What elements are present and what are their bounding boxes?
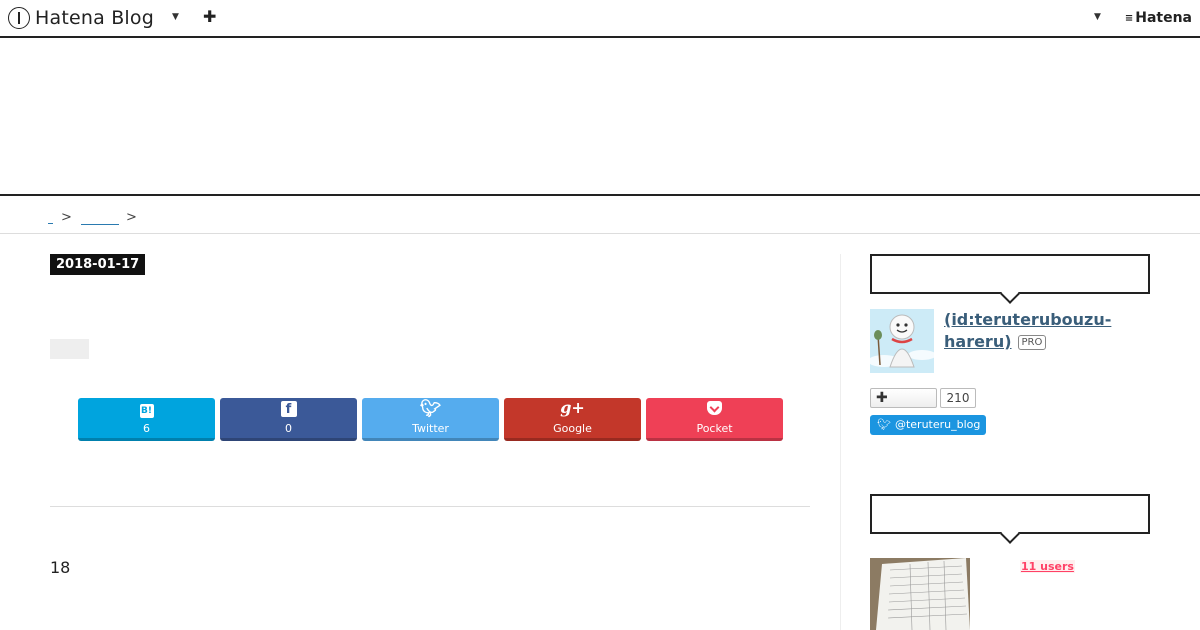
hatena-blog-logo[interactable]: Hatena Blog	[8, 6, 154, 30]
hatena-brand-link[interactable]: ≡ Hatena	[1125, 10, 1192, 26]
share-count: 0	[285, 422, 292, 435]
user-menu-caret-icon[interactable]: ▼	[1094, 12, 1101, 22]
sidebar-divider	[840, 254, 841, 630]
pocket-share-button[interactable]: Pocket	[646, 398, 783, 441]
entry-date[interactable]: 2018-01-17	[50, 254, 146, 275]
content-divider	[50, 506, 810, 507]
related-entry-thumbnail[interactable]	[870, 558, 970, 630]
blog-menu-caret-icon[interactable]: ▼	[172, 12, 179, 22]
profile-avatar[interactable]	[870, 309, 934, 373]
title-notch	[1000, 284, 1020, 304]
follower-count: 210	[940, 388, 976, 408]
hatena-bookmark-share-button[interactable]: B! 6	[78, 398, 215, 441]
profile-module-title	[870, 254, 1150, 304]
breadcrumb: > >	[0, 198, 1200, 234]
twitter-handle: @teruteru_blog	[894, 418, 981, 431]
facebook-share-button[interactable]: f 0	[220, 398, 357, 441]
entry-body-text: 18	[50, 558, 71, 577]
entry-category-tag[interactable]	[50, 339, 89, 359]
title-notch	[1000, 524, 1020, 544]
share-label: Google	[553, 422, 592, 435]
profile-name-link[interactable]: (id:teruterubouzu-hareru) PRO	[944, 309, 1144, 353]
pocket-icon	[707, 401, 722, 415]
hatena-stripes-icon: ≡	[1124, 12, 1133, 24]
google-plus-share-button[interactable]: g+ Google	[504, 398, 641, 441]
twitter-follow-button[interactable]: 🐦︎ @teruteru_blog	[870, 415, 986, 435]
pro-badge: PRO	[1017, 335, 1047, 350]
hatena-bookmark-icon: B!	[139, 404, 154, 418]
share-label: Twitter	[412, 422, 449, 435]
twitter-share-button[interactable]: 🐦︎ Twitter	[362, 398, 499, 441]
plus-icon: ✚	[876, 390, 888, 406]
breadcrumb-category-link[interactable]	[81, 217, 119, 225]
breadcrumb-home-link[interactable]	[48, 217, 53, 224]
bookmark-users-badge[interactable]: 11 users	[1020, 560, 1075, 573]
google-plus-icon: g+	[560, 398, 585, 417]
facebook-icon: f	[280, 401, 297, 417]
hatena-brand-text: Hatena	[1135, 10, 1192, 26]
hatena-logo-icon	[8, 7, 30, 29]
share-label: Pocket	[696, 422, 733, 435]
share-buttons: B! 6 f 0 🐦︎ Twitter g+ Google Pocket	[78, 398, 783, 441]
related-module-title	[870, 494, 1150, 544]
follow-button[interactable]: ✚	[870, 388, 937, 408]
blog-header	[0, 40, 1200, 196]
twitter-icon: 🐦︎	[419, 399, 442, 419]
new-post-plus-icon[interactable]: ✚	[203, 7, 216, 26]
share-count: 6	[143, 422, 150, 435]
breadcrumb-separator: >	[61, 210, 72, 225]
breadcrumb-separator: >	[126, 210, 137, 225]
logo-text: Hatena Blog	[35, 7, 154, 29]
global-header: Hatena Blog ▼ ✚ ▼ ≡ Hatena	[0, 0, 1200, 38]
twitter-icon: 🐦︎	[877, 418, 891, 431]
